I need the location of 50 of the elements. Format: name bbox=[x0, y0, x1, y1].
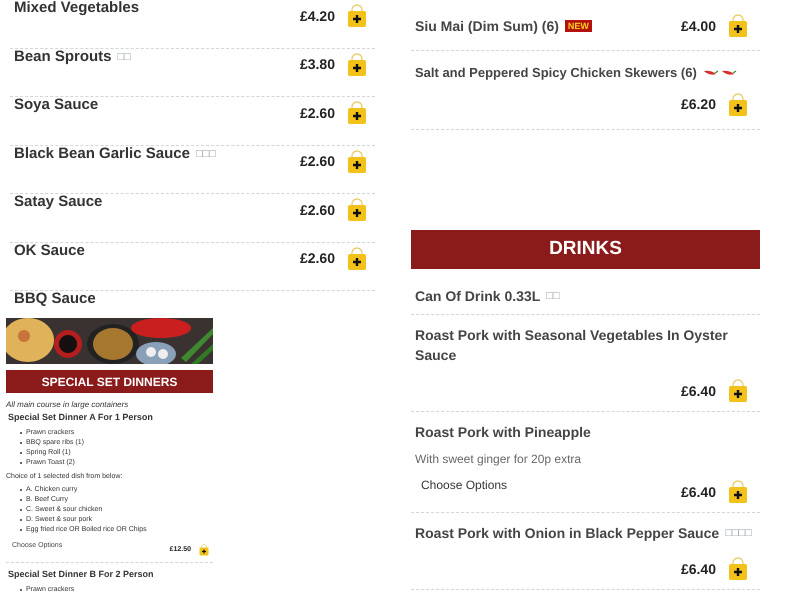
glyph-marks: □□□ bbox=[196, 146, 216, 162]
chilli-icon bbox=[702, 68, 719, 77]
item-price: £2.60 bbox=[300, 200, 335, 220]
choose-options-link[interactable]: Choose Options bbox=[415, 476, 508, 494]
item-name: Salt and Peppered Spicy Chicken Skewers (6) bbox=[415, 64, 697, 82]
new-badge: NEW bbox=[564, 20, 592, 32]
item-price: £6.20 bbox=[680, 95, 716, 114]
add-to-basket-icon[interactable] bbox=[728, 557, 748, 581]
item-name: Satay Sauce bbox=[14, 194, 102, 210]
item-name: Soya Sauce bbox=[14, 97, 98, 113]
add-to-basket-icon[interactable] bbox=[347, 198, 367, 222]
item-name: Roast Pork with Seasonal Vegetables In Oyster Sauce bbox=[415, 326, 729, 365]
item-name: BBQ Sauce bbox=[14, 291, 96, 307]
item-name: Roast Pork with Onion in Black Pepper Sauce bbox=[415, 524, 720, 543]
add-to-basket-icon[interactable] bbox=[347, 150, 367, 174]
chilli-icon bbox=[720, 68, 737, 77]
add-to-basket-icon[interactable] bbox=[728, 92, 748, 116]
add-to-basket-icon[interactable] bbox=[199, 544, 209, 556]
item-price: £2.60 bbox=[300, 152, 335, 171]
item-name: Mixed Vegetables bbox=[14, 0, 140, 16]
add-to-basket-icon[interactable] bbox=[728, 379, 748, 403]
item-name: Black Bean Garlic Sauce bbox=[14, 146, 190, 162]
item-price: £3.80 bbox=[300, 55, 335, 74]
item-name: Siu Mai (Dim Sum) (6) bbox=[415, 16, 559, 36]
set-dinner-name: Special Set Dinner A For 1 Person bbox=[7, 411, 154, 424]
item-price: £4.00 bbox=[680, 16, 716, 36]
item-price: £2.60 bbox=[300, 104, 335, 122]
item-price: £6.40 bbox=[680, 560, 716, 578]
item-name: Bean Sprouts bbox=[14, 48, 112, 65]
glyph-marks: □□ bbox=[546, 288, 560, 304]
item-name: OK Sauce bbox=[14, 242, 85, 258]
add-to-basket-icon[interactable] bbox=[728, 14, 748, 38]
item-name: Roast Pork with Pineapple bbox=[415, 423, 591, 442]
add-to-basket-icon[interactable] bbox=[347, 101, 367, 125]
add-to-basket-icon[interactable] bbox=[347, 52, 367, 76]
item-price: £4.20 bbox=[300, 6, 335, 26]
add-to-basket-icon[interactable] bbox=[347, 246, 367, 270]
add-to-basket-icon[interactable] bbox=[728, 480, 748, 504]
section-header: DRINKS bbox=[411, 230, 760, 268]
item-description: With sweet ginger for 20p extra bbox=[415, 451, 582, 468]
add-to-basket-icon[interactable] bbox=[347, 4, 367, 28]
glyph-marks: □□□□ bbox=[725, 526, 752, 541]
glyph-marks: □□ bbox=[118, 50, 131, 64]
item-price: £6.40 bbox=[680, 482, 716, 502]
set-dinner-name: Special Set Dinner B For 2 Person bbox=[7, 568, 155, 581]
item-price: £2.60 bbox=[300, 249, 335, 268]
section-header: SPECIAL SET DINNERS bbox=[6, 370, 213, 393]
set-note: All main course in large containers bbox=[6, 399, 130, 411]
item-name: Can Of Drink 0.33L bbox=[415, 287, 540, 306]
item-price: £6.40 bbox=[680, 382, 716, 400]
